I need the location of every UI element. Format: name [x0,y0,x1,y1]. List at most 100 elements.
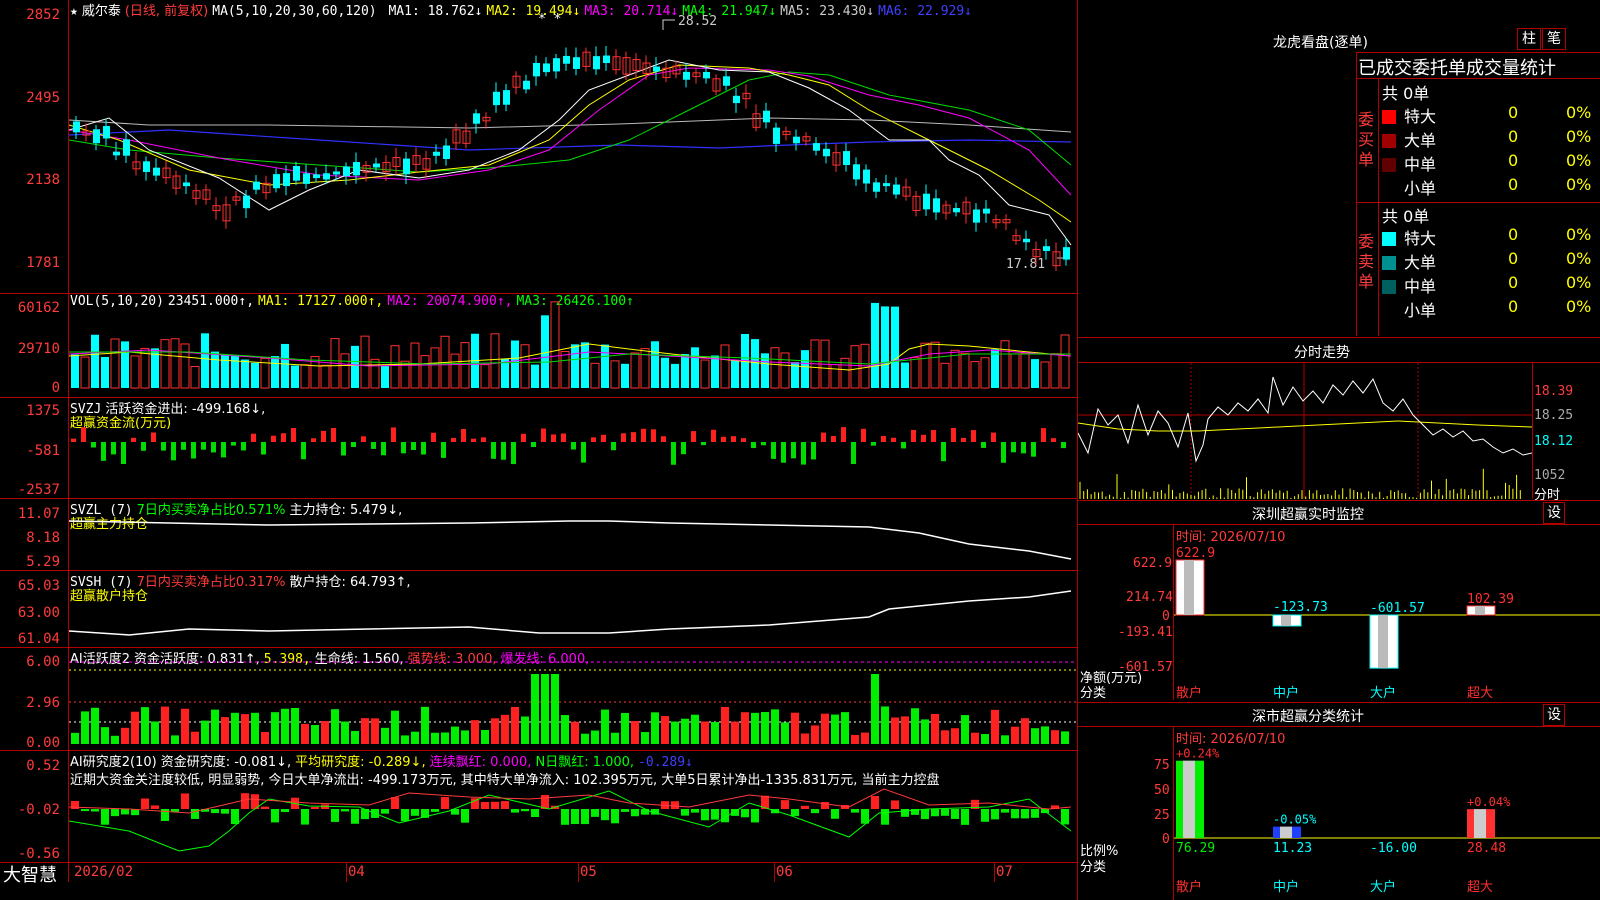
ai-activity-bar [171,735,179,744]
ai-research-panel: AI研究度2(10) 资金研究度: -0.081↓, 平均研究度: -0.289↓,… [0,751,1077,862]
monitor-bar [1272,614,1302,627]
volume-bar [110,338,120,389]
svzj-bar [1001,442,1006,463]
ai-research-bar [491,801,499,809]
svzj-bar [81,427,86,442]
volume-bar [1040,361,1050,389]
row-name: 特大 [1404,229,1437,248]
svzj-bar [691,431,696,442]
svzj-bar [221,442,226,458]
svzj-bar [1011,442,1016,453]
volume-bar [71,354,79,388]
ai-research-bar [301,809,309,825]
volume-bar [351,345,359,388]
x-axis-label: 2026/02 [74,864,134,880]
volume-bar [630,352,640,389]
svzj-bar [771,442,776,459]
svzj-bar [671,442,676,465]
row-name: 小单 [1404,301,1437,320]
svzj-bar [581,442,586,463]
volume-bar [720,344,730,389]
ai-research-bar [311,806,319,809]
svzj-bar [591,437,596,442]
ai1-bars [69,661,1077,744]
ai-activity-bar [921,719,929,744]
volume-bar [520,344,530,389]
ai-activity-bar [761,712,769,744]
sell-row: 特大 0 0% [1382,225,1598,249]
pen-view-button[interactable]: 笔 [1542,28,1566,50]
svzj-bar [141,442,146,451]
svzl-axis-label: 8.18 [26,530,60,546]
ai-research-bar [181,793,189,809]
left-chart-area[interactable]: ★ 威尔泰 (日线, 前复权) MA(5,10,20,30,60,120) MA1: … [0,0,1077,900]
volume-bar [1010,353,1020,389]
ai-research-bar [1001,809,1009,813]
svzj-bar [211,442,216,453]
intraday-chart[interactable] [1078,363,1532,499]
svzl-axis-label: 11.07 [17,506,60,522]
candle-body [313,174,320,179]
candle-body [793,136,800,144]
candle-body [73,121,80,133]
monitor-axis-label: 0 [1162,609,1170,624]
ai-activity-bar [951,728,959,744]
ai-activity-bar [1061,731,1069,744]
ai-research-bar [601,809,609,821]
volume-bar [1031,359,1039,388]
svzl-axis-label: 5.29 [26,554,60,570]
ai-activity-bar [841,712,849,744]
ai-activity-bar [641,732,649,744]
ai-activity-bar [181,708,189,744]
sell-row: 中单 0 0% [1382,273,1598,297]
volume-bar [850,345,860,389]
svzj-bar [631,432,636,442]
price-panel: ★ 威尔泰 (日线, 前复权) MA(5,10,20,30,60,120) MA1: … [0,0,1077,293]
candle-body [283,173,290,187]
candle-body [433,151,440,156]
x-axis-label: 06 [776,864,793,880]
cls-category-label: 大户 [1370,880,1397,895]
volume-bar [91,334,99,388]
svzj-bar [301,442,306,460]
ai-activity-bar [141,707,149,744]
ai-activity-bar [401,735,409,744]
svzj-bar [551,434,556,442]
row-count: 0 [1508,225,1519,244]
candle-body [973,209,980,223]
ai-activity-bar [561,715,569,744]
candle-body [323,173,330,180]
svzj-bar [891,437,896,442]
intraday-axis-label: 18.12 [1534,434,1574,449]
brand-label: 大智慧 [3,865,57,886]
row-pct: 0% [1566,297,1592,316]
svzj-bar [711,429,716,442]
bar-view-button[interactable]: 柱 [1517,28,1541,50]
svzj-bar [791,442,796,459]
row-count: 0 [1508,127,1519,146]
volume-bar [490,333,500,389]
ai-research-bar [1031,809,1039,818]
ai-research-bar [581,809,589,825]
ai1-axis-label: 6.00 [26,654,60,670]
ai-research-bar [561,809,569,825]
candle-body [153,167,160,176]
candle-body [253,181,260,190]
ai-research-bar [591,809,599,817]
sell-total: 共 0单 [1382,207,1430,226]
volume-bar [780,352,790,389]
cls-settings-button[interactable]: 设 [1543,704,1565,726]
candle-body [653,66,660,72]
monitor-settings-button[interactable]: 设 [1543,502,1565,524]
cls-value-label: 76.29 [1176,841,1215,856]
ai-activity-bar [391,710,399,744]
svzj-bar [991,432,996,442]
row-pct: 0% [1566,273,1592,292]
svzj-bar [881,436,886,442]
ai-activity-bar [551,674,559,744]
ai-activity-bar [301,723,309,744]
ai-research-bar [751,809,759,823]
candle-body [1063,247,1070,260]
ai-activity-bar [661,716,669,744]
ai-research-bar [111,809,119,817]
